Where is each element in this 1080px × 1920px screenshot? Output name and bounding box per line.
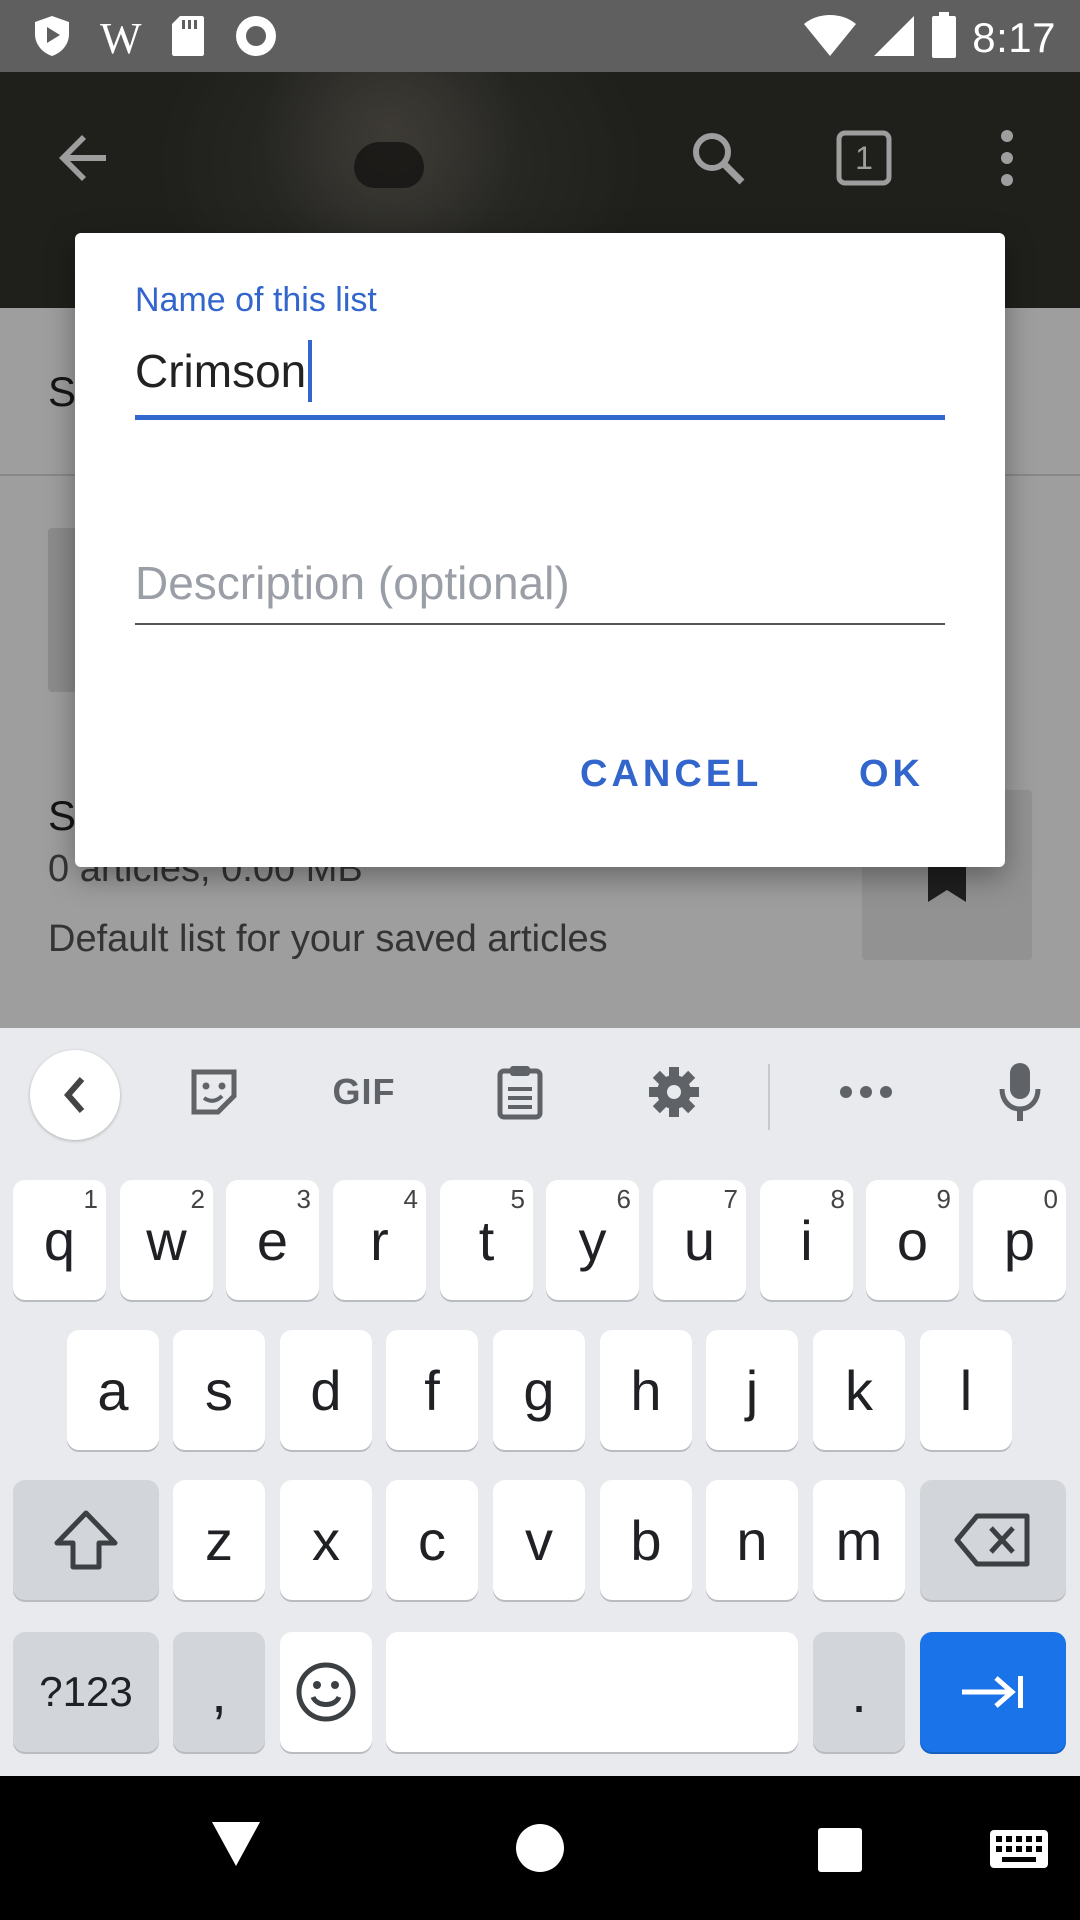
toolbar-divider [768, 1064, 770, 1130]
shift-icon [54, 1510, 118, 1570]
status-time: 8:17 [972, 13, 1056, 61]
gif-label: GIF [332, 1071, 396, 1112]
cancel-button[interactable]: CANCEL [580, 753, 762, 796]
more-options-button[interactable] [836, 1062, 896, 1122]
key-x[interactable]: x [280, 1480, 372, 1600]
voice-input-button[interactable] [990, 1062, 1050, 1122]
key-u[interactable]: u7 [653, 1180, 746, 1300]
key-o[interactable]: o9 [866, 1180, 959, 1300]
key-m[interactable]: m [813, 1480, 905, 1600]
key-l[interactable]: l [920, 1330, 1012, 1450]
key-b[interactable]: b [600, 1480, 692, 1600]
sticker-icon [191, 1069, 237, 1115]
gear-icon [649, 1067, 699, 1117]
list-name-input[interactable]: Crimson [135, 333, 945, 409]
ok-button[interactable]: OK [859, 753, 924, 796]
key-g[interactable]: g [493, 1330, 585, 1450]
keyboard-settings-button[interactable] [644, 1062, 704, 1122]
create-list-dialog: Name of this list Crimson CANCEL OK [75, 233, 1005, 867]
key-t[interactable]: t5 [440, 1180, 533, 1300]
description-input[interactable] [135, 551, 945, 615]
key-j[interactable]: j [706, 1330, 798, 1450]
keyboard-toolbar: GIF [0, 1028, 1080, 1156]
comma-key[interactable]: , [173, 1632, 265, 1752]
shield-icon [32, 14, 72, 63]
key-c[interactable]: c [386, 1480, 478, 1600]
period-key[interactable]: . [813, 1632, 905, 1752]
text-cursor [308, 340, 313, 402]
sd-card-icon [170, 14, 206, 63]
soft-keyboard: GIF q1 w2 e3 r4 t5 y6 u7 i8 o9 p0 a s d … [0, 1028, 1080, 1776]
nav-recents-button[interactable] [816, 1826, 864, 1874]
system-navigation-bar [0, 1776, 1080, 1920]
status-bar: W 8:17 [0, 0, 1080, 72]
key-i[interactable]: i8 [760, 1180, 853, 1300]
wifi-icon [802, 12, 858, 63]
next-field-key[interactable] [920, 1632, 1066, 1752]
keyboard-collapse-button[interactable] [30, 1050, 120, 1140]
key-s[interactable]: s [173, 1330, 265, 1450]
more-icon [840, 1086, 892, 1098]
battery-icon [930, 10, 958, 65]
key-d[interactable]: d [280, 1330, 372, 1450]
gif-button[interactable]: GIF [326, 1062, 402, 1122]
nav-back-button[interactable] [208, 1818, 274, 1878]
description-underline [135, 623, 945, 625]
key-n[interactable]: n [706, 1480, 798, 1600]
key-a[interactable]: a [67, 1330, 159, 1450]
emoji-icon [296, 1662, 356, 1722]
sticker-button[interactable] [184, 1062, 244, 1122]
key-z[interactable]: z [173, 1480, 265, 1600]
key-y[interactable]: y6 [546, 1180, 639, 1300]
keyboard-switch-button[interactable] [988, 1828, 1050, 1872]
key-k[interactable]: k [813, 1330, 905, 1450]
list-name-value: Crimson [135, 345, 307, 397]
backspace-key[interactable] [920, 1480, 1066, 1600]
nav-back-icon [212, 1822, 260, 1866]
key-r[interactable]: r4 [333, 1180, 426, 1300]
clipboard-icon [497, 1066, 543, 1120]
record-icon [234, 14, 278, 63]
mic-icon [999, 1063, 1041, 1121]
key-w[interactable]: w2 [120, 1180, 213, 1300]
space-key[interactable] [386, 1632, 798, 1752]
nav-home-icon [516, 1824, 564, 1872]
shift-key[interactable] [13, 1480, 159, 1600]
key-e[interactable]: e3 [226, 1180, 319, 1300]
key-f[interactable]: f [386, 1330, 478, 1450]
key-q[interactable]: q1 [13, 1180, 106, 1300]
signal-icon [872, 12, 916, 63]
name-field-underline [135, 415, 945, 420]
chevron-left-icon [64, 1077, 85, 1113]
symbols-key[interactable]: ?123 [13, 1632, 159, 1752]
nav-home-button[interactable] [514, 1822, 566, 1874]
key-p[interactable]: p0 [973, 1180, 1066, 1300]
emoji-key[interactable] [280, 1632, 372, 1752]
name-field-label: Name of this list [135, 281, 377, 319]
key-h[interactable]: h [600, 1330, 692, 1450]
tab-arrow-icon [962, 1676, 1023, 1708]
key-v[interactable]: v [493, 1480, 585, 1600]
nav-recents-icon [818, 1828, 862, 1872]
clipboard-button[interactable] [492, 1062, 548, 1122]
keyboard-icon [990, 1830, 1048, 1868]
wikipedia-icon: W [100, 13, 142, 63]
backspace-icon [954, 1513, 1030, 1567]
